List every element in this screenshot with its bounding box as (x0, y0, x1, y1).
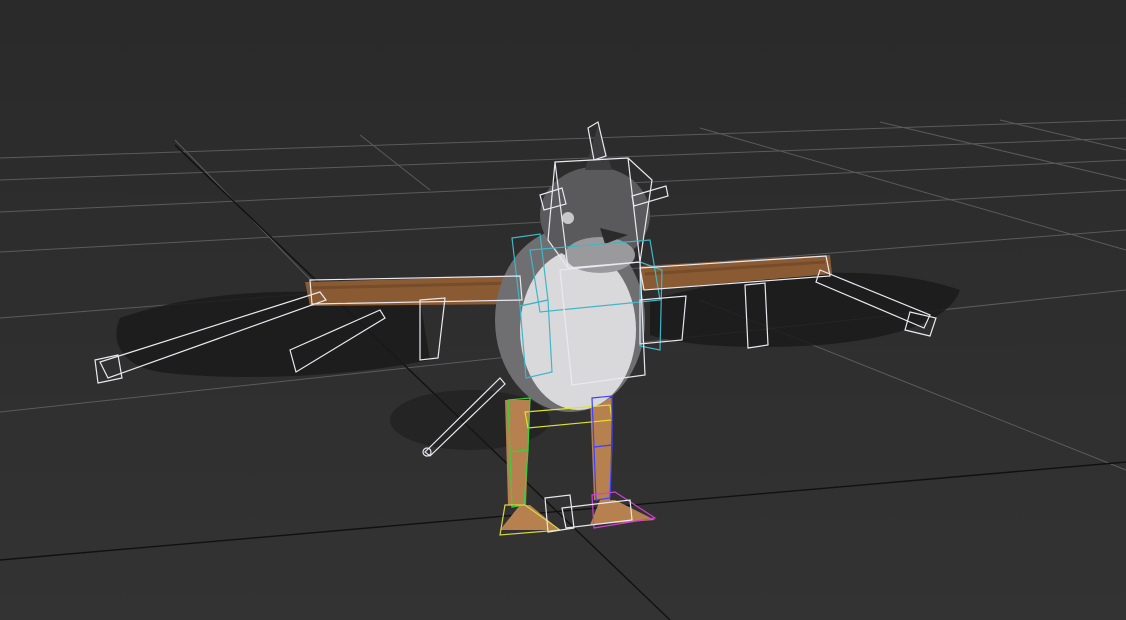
grid-line (0, 137, 1126, 181)
bird-belly (520, 250, 636, 410)
3d-viewport[interactable] (0, 0, 1126, 620)
grid-line (0, 119, 1126, 159)
grid-line (999, 119, 1126, 151)
grid-line (879, 121, 1126, 181)
right-leg[interactable] (590, 398, 612, 500)
grid-line (359, 134, 431, 191)
bird-eye (562, 212, 574, 224)
